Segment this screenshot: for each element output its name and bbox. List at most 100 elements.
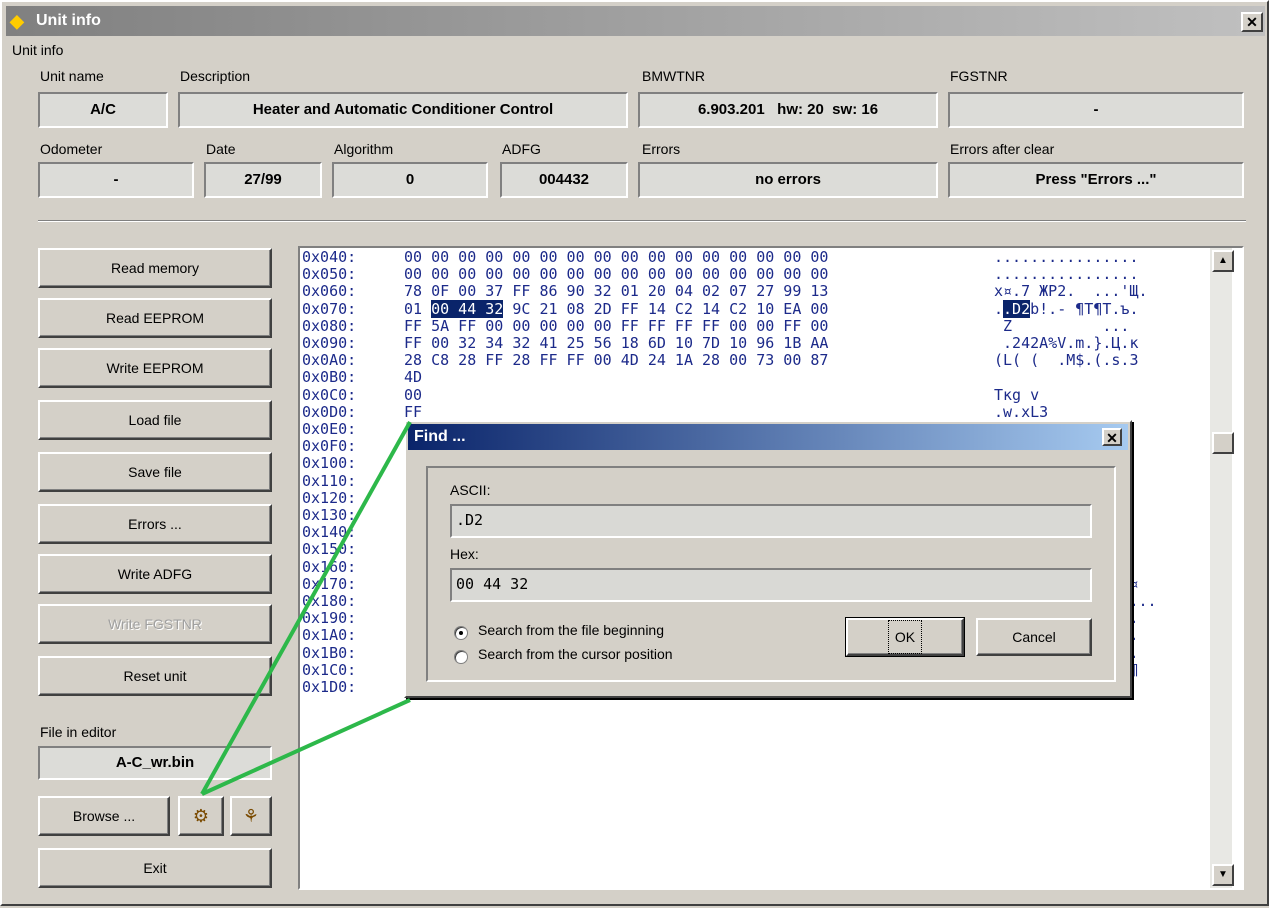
hex-row[interactable]: 0x060: 78 0F 00 37 FF 86 90 32 01 20 04 0…	[302, 283, 1148, 300]
adfg-field: 004432	[500, 162, 628, 198]
hex-address: 0x060:	[302, 282, 357, 301]
exit-button[interactable]: Exit	[38, 848, 272, 888]
search-cursor-radio[interactable]	[454, 650, 468, 664]
search-beginning-radio[interactable]	[454, 626, 468, 640]
date-field: 27/99	[204, 162, 322, 198]
separator	[38, 220, 1246, 222]
description-field: Heater and Automatic Conditioner Control	[178, 92, 628, 128]
hex-bytes[interactable]: 28 C8 28 FF 28 FF FF 00 4D 24 1A 28 00 7…	[404, 352, 994, 369]
hex-address: 0x0A0:	[302, 351, 357, 370]
hex-input[interactable]: 00 44 32	[450, 568, 1092, 602]
vertical-scrollbar[interactable]	[1210, 248, 1232, 888]
write-adfg-button[interactable]: Write ADFG	[38, 554, 272, 594]
find-binoculars-icon[interactable]: ⚙	[178, 796, 224, 836]
search-cursor-label: Search from the cursor position	[478, 646, 673, 662]
hex-address: 0x080:	[302, 316, 357, 335]
hex-ascii[interactable]: (L( ( .M$.(.s.З	[994, 352, 1139, 369]
search-beginning-label: Search from the file beginning	[478, 622, 664, 638]
hex-row[interactable]: 0x090: FF 00 32 34 32 41 25 56 18 6D 10 7…	[302, 335, 1139, 352]
hex-address: 0x130:	[302, 506, 357, 524]
hex-address: 0x1B0:	[302, 643, 357, 662]
odometer-label: Odometer	[40, 141, 103, 157]
hex-ascii-part: .	[994, 299, 1004, 318]
hex-address: 0x0E0:	[302, 420, 357, 438]
ascii-label: ASCII:	[450, 482, 491, 498]
hex-ascii[interactable]: ..D2b!.- ¶T¶T.ъ.	[994, 299, 1139, 318]
errors-field: no errors	[638, 162, 938, 198]
unit-name-field: A/C	[38, 92, 168, 128]
find-dialog-title: Find ...	[408, 424, 1128, 450]
hex-address: 0x110:	[302, 471, 357, 490]
title-bar: ◆ Unit info	[6, 6, 1265, 36]
hex-bytes-part: 01	[404, 299, 432, 318]
file-in-editor-label: File in editor	[40, 724, 117, 740]
find-close-button[interactable]: ✕	[1102, 428, 1122, 446]
cancel-button[interactable]: Cancel	[976, 618, 1092, 656]
unit-info-window: ◆ Unit info ✕ Unit info Unit name Descri…	[0, 0, 1269, 906]
write-eeprom-button[interactable]: Write EEPROM	[38, 348, 272, 388]
scroll-thumb[interactable]	[1212, 432, 1234, 454]
hex-ascii[interactable]: Tкg v	[994, 386, 1039, 404]
hex-address: 0x1D0:	[302, 678, 357, 696]
scroll-down-icon[interactable]: ▼	[1212, 864, 1234, 886]
odometer-field: -	[38, 162, 194, 198]
hex-ascii[interactable]: .w.xL3	[994, 403, 1048, 421]
ascii-input[interactable]: .D2	[450, 504, 1092, 538]
hex-label: Hex:	[450, 546, 479, 562]
hex-row[interactable]: 0x070: 01 00 44 32 9C 21 08 2D FF 14 C2 1…	[302, 299, 1139, 318]
hex-address: 0x180:	[302, 592, 357, 610]
hex-ascii[interactable]: .242A%V.m.}.Ц.к	[994, 335, 1138, 352]
hex-bytes[interactable]: 00 00 00 00 00 00 00 00 00 00 00 00 00 0…	[404, 249, 994, 266]
hex-address: 0x140:	[302, 523, 357, 542]
hex-ascii[interactable]: Z ...	[994, 317, 1129, 335]
fgstnr-label: FGSTNR	[950, 68, 1008, 84]
find-next-binoculars-icon[interactable]: ⚘	[230, 796, 272, 836]
hex-bytes[interactable]: 01 00 44 32 9C 21 08 2D FF 14 C2 14 C2 1…	[404, 299, 994, 318]
selected-ascii: .D2	[1003, 299, 1031, 318]
hex-ascii[interactable]: ................	[994, 266, 1139, 283]
hex-ascii[interactable]: ................	[994, 249, 1139, 266]
save-file-button[interactable]: Save file	[38, 452, 272, 492]
hex-address: 0x0B0:	[302, 368, 357, 387]
ok-button[interactable]: OK	[845, 617, 965, 657]
read-eeprom-button[interactable]: Read EEPROM	[38, 298, 272, 338]
hex-address: 0x050:	[302, 265, 357, 284]
hex-address: 0x040:	[302, 248, 357, 266]
hex-bytes[interactable]: 4D	[404, 369, 994, 386]
window-title: Unit info	[36, 12, 101, 29]
hex-row[interactable]: 0x050: 00 00 00 00 00 00 00 00 00 00 00 0…	[302, 266, 1139, 283]
hex-bytes[interactable]: 00 00 00 00 00 00 00 00 00 00 00 00 00 0…	[404, 266, 994, 283]
hex-row[interactable]: 0x0B0: 4D	[302, 369, 994, 386]
find-dialog: Find ... ✕ ASCII: .D2 Hex: 00 44 32 Sear…	[404, 420, 1132, 698]
hex-row[interactable]: 0x0D0: FF .w.xL3	[302, 402, 1048, 421]
bmwtnr-label: BMWTNR	[642, 68, 705, 84]
hex-bytes[interactable]: 00	[404, 386, 994, 404]
selected-bytes: 00 44 32	[431, 299, 504, 318]
reset-unit-button[interactable]: Reset unit	[38, 656, 272, 696]
bmwtnr-field: 6.903.201 hw: 20 sw: 16	[638, 92, 938, 128]
file-name-field: A-C_wr.bin	[38, 746, 272, 780]
hex-bytes[interactable]: FF 00 32 34 32 41 25 56 18 6D 10 7D 10 9…	[404, 335, 994, 352]
browse-button[interactable]: Browse ...	[38, 796, 170, 836]
hex-row[interactable]: 0x080: FF 5A FF 00 00 00 00 00 FF FF FF F…	[302, 316, 1129, 335]
hex-bytes[interactable]: FF	[404, 403, 994, 421]
close-button[interactable]: ✕	[1241, 12, 1263, 32]
hex-bytes[interactable]: FF 5A FF 00 00 00 00 00 FF FF FF FF 00 0…	[404, 317, 994, 335]
read-memory-button[interactable]: Read memory	[38, 248, 272, 288]
hex-address: 0x120:	[302, 488, 357, 507]
write-fgstnr-button[interactable]: Write FGSTNR	[38, 604, 272, 644]
hex-address: 0x0D0:	[302, 402, 357, 421]
hex-row[interactable]: 0x0C0: 00 Tкg v	[302, 385, 1039, 404]
hex-address: 0x0C0:	[302, 385, 357, 404]
hex-bytes[interactable]: 78 0F 00 37 FF 86 90 32 01 20 04 02 07 2…	[404, 283, 994, 300]
hex-ascii[interactable]: x¤.7 ЖР2. ...'Щ.	[994, 283, 1148, 300]
hex-row[interactable]: 0x0A0: 28 C8 28 FF 28 FF FF 00 4D 24 1A 2…	[302, 352, 1139, 369]
hex-row[interactable]: 0x040: 00 00 00 00 00 00 00 00 00 00 00 0…	[302, 249, 1139, 266]
hex-address: 0x150:	[302, 540, 357, 559]
errors-button[interactable]: Errors ...	[38, 504, 272, 544]
app-icon: ◆	[10, 11, 24, 31]
scroll-up-icon[interactable]: ▲	[1212, 250, 1234, 272]
ok-label: OK	[887, 620, 923, 654]
load-file-button[interactable]: Load file	[38, 400, 272, 440]
date-label: Date	[206, 141, 236, 157]
